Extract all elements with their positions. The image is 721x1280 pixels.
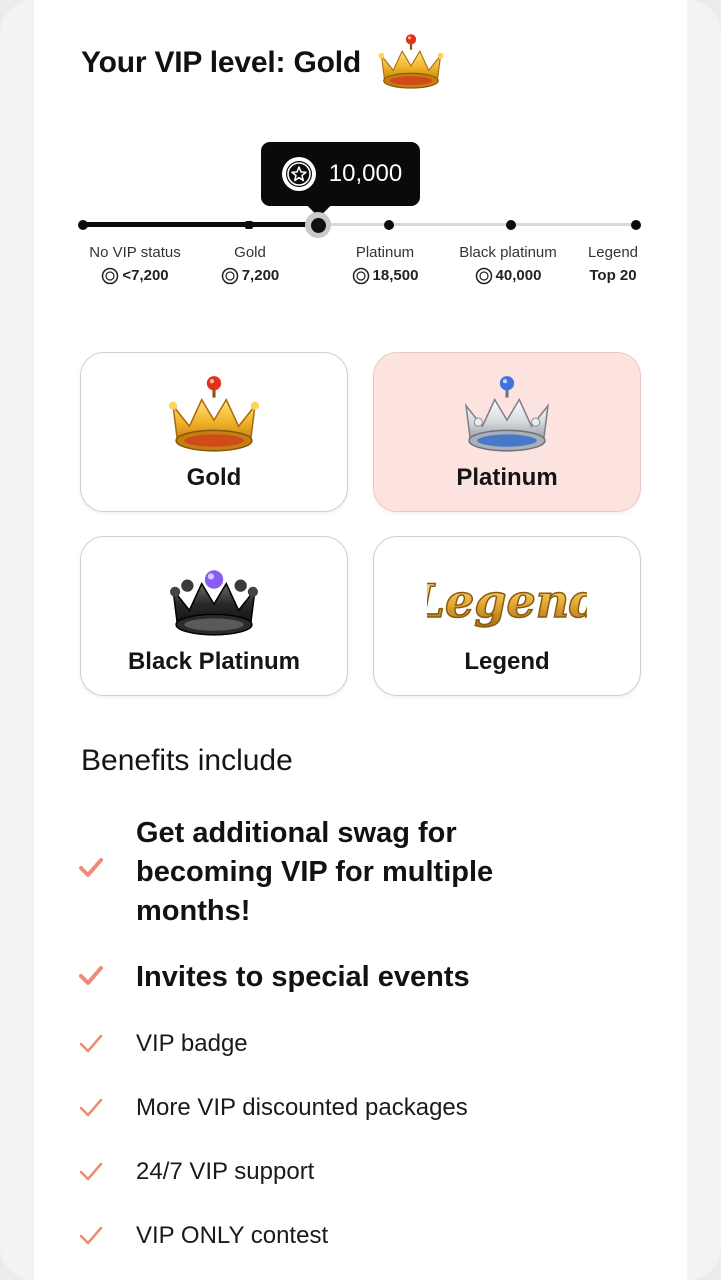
level-platinum: Platinum 18,500 (344, 244, 426, 285)
coin-icon (352, 267, 369, 285)
svg-text:Legend: Legend (427, 574, 587, 628)
level-value: <7,200 (122, 267, 169, 284)
progress-knob[interactable] (305, 212, 331, 238)
benefit-text: Invites to special events (136, 961, 470, 993)
gold-crown-icon (168, 376, 260, 452)
vip-header: Your VIP level: Gold (81, 30, 449, 96)
benefit-text: Get additional swag for becoming VIP for… (136, 817, 494, 927)
balance-tooltip: 10,000 (261, 142, 420, 206)
track-fill (80, 222, 318, 227)
level-name: Black platinum (459, 244, 557, 261)
balance-value: 10,000 (328, 160, 403, 187)
benefit-item: More VIP discounted packages (78, 1093, 468, 1125)
level-legend: Legend Top 20 (584, 244, 642, 285)
level-value: 7,200 (241, 267, 280, 284)
app-frame: Your VIP level: Gold 10,000 No VIP statu… (0, 0, 721, 1280)
check-icon (79, 1034, 103, 1053)
level-value: 18,500 (372, 267, 419, 284)
benefit-text: VIP ONLY contest (136, 1222, 329, 1249)
vip-progress-track (78, 212, 641, 238)
tier-card-legend[interactable]: Legend Legend (373, 536, 641, 696)
tier-card-gold[interactable]: Gold (80, 352, 348, 512)
level-labels: No VIP status <7,200 Gold 7,200 Platinum… (0, 244, 721, 292)
level-black-platinum: Black platinum 40,000 (452, 244, 564, 285)
level-name: Legend (587, 244, 639, 261)
benefit-item: VIP badge (78, 1029, 248, 1061)
benefit-text: VIP badge (136, 1030, 248, 1057)
benefit-item: Get additional swag for becoming VIP for… (78, 814, 493, 934)
tier-label: Black Platinum (127, 648, 301, 675)
gold-crown-icon (378, 34, 444, 89)
legend-badge-icon: Legend (427, 573, 587, 629)
benefit-item: Invites to special events (78, 958, 470, 998)
tier-card-platinum[interactable]: Platinum (373, 352, 641, 512)
coin-icon (102, 267, 119, 285)
coin-star-icon (281, 157, 316, 191)
benefits-title: Benefits include (81, 744, 293, 777)
coin-icon (475, 267, 492, 285)
level-value: 40,000 (495, 267, 542, 284)
tier-label: Legend (464, 648, 550, 675)
benefit-item: VIP ONLY contest (78, 1221, 328, 1253)
black-platinum-crown-icon (169, 570, 259, 636)
level-dot-black-platinum (506, 220, 516, 230)
level-dot-no-vip (78, 220, 88, 230)
benefit-text: More VIP discounted packages (136, 1094, 468, 1121)
level-no-vip: No VIP status <7,200 (84, 244, 186, 285)
check-icon (79, 1162, 103, 1181)
coin-icon (221, 267, 238, 285)
platinum-crown-icon (464, 376, 550, 452)
tier-label: Gold (186, 464, 242, 491)
level-name: Platinum (355, 244, 415, 261)
check-icon (79, 966, 103, 985)
tier-label: Platinum (456, 464, 558, 491)
level-name: Gold (234, 244, 266, 261)
check-icon (79, 858, 103, 877)
benefit-item: 24/7 VIP support (78, 1157, 314, 1189)
check-icon (79, 1098, 103, 1117)
tier-card-black-platinum[interactable]: Black Platinum (80, 536, 348, 696)
level-name: No VIP status (89, 244, 181, 261)
level-value: Top 20 (589, 267, 637, 284)
benefit-text: 24/7 VIP support (136, 1158, 315, 1185)
level-dot-legend (631, 220, 641, 230)
level-dot-gold (245, 221, 253, 229)
level-dot-platinum (384, 220, 394, 230)
level-gold: Gold 7,200 (216, 244, 284, 285)
check-icon (79, 1226, 103, 1245)
page-title: Your VIP level: Gold (81, 46, 361, 79)
